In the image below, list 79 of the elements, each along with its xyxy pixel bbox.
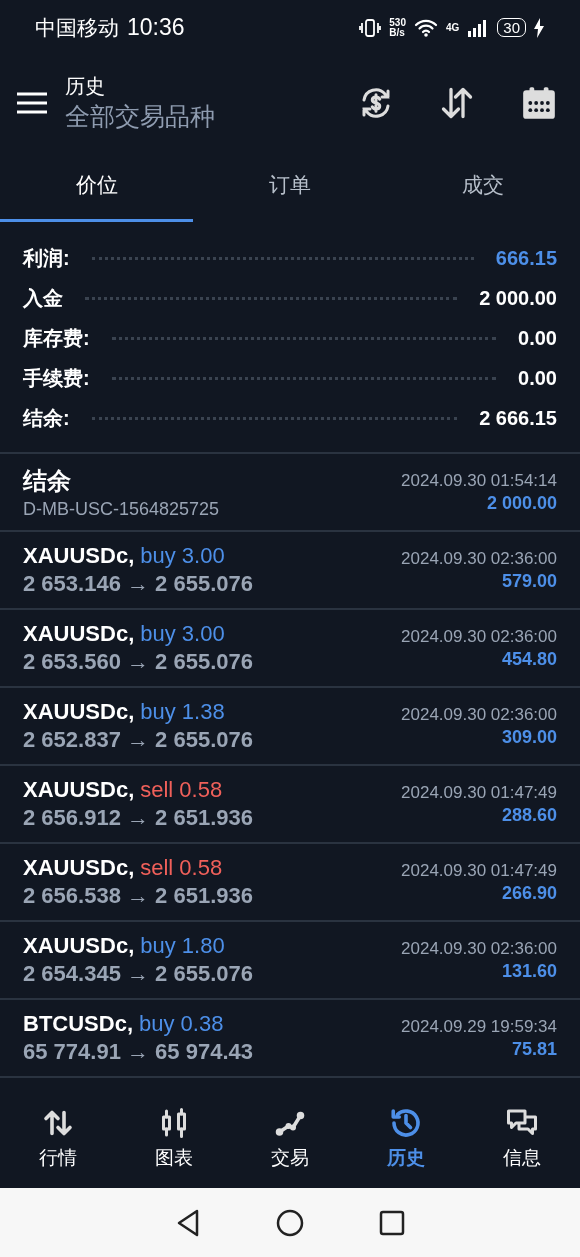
deal-amount: 2 000.00 <box>486 492 557 514</box>
tab[interactable]: 成交 <box>386 150 580 222</box>
deal-order: buy 1.38 <box>140 699 225 725</box>
deal-time: 2024.09.29 19:59:34 <box>401 1016 557 1037</box>
summary-value: 2 000.00 <box>479 286 557 310</box>
deal-order: buy 3.00 <box>140 621 225 647</box>
deal-order: buy 3.00 <box>140 543 225 569</box>
clock-time: 10:36 <box>127 14 185 41</box>
deal-detail: 2 652.837 → 2 655.076 <box>23 727 253 753</box>
deal-row[interactable]: XAUUSDc, buy 1.80 2 654.345 → 2 655.076 2024.09.30 02:36:00 131.60 <box>0 922 580 1000</box>
deal-row[interactable]: XAUUSDc, buy 3.00 2 653.146 → 2 655.076 2024.09.30 02:36:00 579.00 <box>0 532 580 610</box>
deal-order: sell 0.58 <box>140 777 223 803</box>
back-button[interactable] <box>175 1207 201 1238</box>
summary-label: 入金 <box>23 285 63 311</box>
deal-row[interactable]: XAUUSDc, sell 0.58 2 656.912 → 2 651.936 2024.09.30 01:47:49 288.60 <box>0 766 580 844</box>
deal-amount: 288.60 <box>501 804 557 826</box>
wifi-icon <box>413 18 438 37</box>
deal-order: buy 0.38 <box>139 1011 224 1037</box>
summary-label: 利润: <box>23 245 70 271</box>
home-button[interactable] <box>276 1208 304 1237</box>
battery-level: 30 <box>497 18 526 37</box>
deal-amount: 131.60 <box>501 960 557 982</box>
deal-symbol: XAUUSDc, <box>23 933 135 959</box>
nav-tab[interactable]: 图表 <box>116 1105 232 1171</box>
deal-symbol: XAUUSDc, <box>23 621 135 647</box>
deal-symbol: BTCUSDc, <box>23 1011 133 1037</box>
deal-detail: 65 774.91 → 65 974.43 <box>23 1039 253 1065</box>
nav-tab[interactable]: 信息 <box>464 1105 580 1171</box>
tab[interactable]: 价位 <box>0 150 194 222</box>
summary-label: 手续费: <box>23 365 90 391</box>
summary-value: 0.00 <box>518 326 557 350</box>
deal-symbol: XAUUSDc, <box>23 855 135 881</box>
summary-value: 666.15 <box>495 246 557 270</box>
menu-icon[interactable] <box>17 90 47 115</box>
deal-symbol: XAUUSDc, <box>23 777 135 803</box>
deal-detail: 2 653.560 → 2 655.076 <box>23 649 253 675</box>
deal-time: 2024.09.30 01:47:49 <box>401 782 557 803</box>
deal-order: buy 1.80 <box>140 933 225 959</box>
deal-detail: 2 656.912 → 2 651.936 <box>23 805 253 831</box>
deal-amount: 454.80 <box>501 648 557 670</box>
symbol-filter[interactable]: 全部交易品种 <box>65 99 358 133</box>
deal-time: 2024.09.30 02:36:00 <box>401 626 557 647</box>
summary-value: 0.00 <box>518 366 557 390</box>
deal-row[interactable]: BTCUSDc, buy 0.38 65 774.91 → 65 974.43 2024.09.29 19:59:34 75.81 <box>0 1000 580 1078</box>
deal-time: 2024.09.30 01:54:14 <box>401 470 557 491</box>
deal-time: 2024.09.30 01:47:49 <box>401 860 557 881</box>
deal-title: 结余 <box>23 465 71 496</box>
charging-icon <box>534 17 544 38</box>
deal-amount: 266.90 <box>501 882 557 904</box>
nav-tab[interactable]: 行情 <box>0 1105 116 1171</box>
tab[interactable]: 订单 <box>193 150 387 222</box>
page-title: 历史 <box>65 73 106 99</box>
carrier-name: 中国移动 <box>35 14 119 41</box>
deal-row[interactable]: 结余 D-MB-USC-1564825725 2024.09.30 01:54:14 2 000.00 <box>0 454 580 532</box>
summary-label: 结余: <box>23 405 70 431</box>
deal-time: 2024.09.30 02:36:00 <box>401 548 557 569</box>
deal-time: 2024.09.30 02:36:00 <box>401 938 557 959</box>
deal-detail: 2 656.538 → 2 651.936 <box>23 883 253 909</box>
deal-detail: 2 654.345 → 2 655.076 <box>23 961 253 987</box>
deal-symbol: XAUUSDc, <box>23 699 135 725</box>
deal-row[interactable]: XAUUSDc, sell 0.58 2 656.538 → 2 651.936 2024.09.30 01:47:49 266.90 <box>0 844 580 922</box>
vibrate-icon <box>359 17 382 38</box>
deal-order: sell 0.58 <box>140 855 223 881</box>
deal-amount: 579.00 <box>501 570 557 592</box>
deal-amount: 75.81 <box>511 1038 557 1060</box>
nav-tab[interactable]: 历史 <box>348 1105 464 1171</box>
deal-row[interactable]: XAUUSDc, buy 3.00 2 653.560 → 2 655.076 2024.09.30 02:36:00 454.80 <box>0 610 580 688</box>
summary-value: 2 666.15 <box>479 406 557 430</box>
summary-label: 库存费: <box>23 325 90 351</box>
deal-symbol: XAUUSDc, <box>23 543 135 569</box>
deal-detail: 2 653.146 → 2 655.076 <box>23 571 253 597</box>
deal-time: 2024.09.30 02:36:00 <box>401 704 557 725</box>
deal-amount: 309.00 <box>501 726 557 748</box>
recents-button[interactable] <box>379 1209 405 1236</box>
nav-tab[interactable]: 交易 <box>232 1105 348 1171</box>
network-type: 4G <box>445 22 460 33</box>
deal-row[interactable]: XAUUSDc, buy 1.38 2 652.837 → 2 655.076 2024.09.30 02:36:00 309.00 <box>0 688 580 766</box>
network-speed: 530 B/s <box>389 17 406 38</box>
deal-detail: D-MB-USC-1564825725 <box>23 498 220 520</box>
